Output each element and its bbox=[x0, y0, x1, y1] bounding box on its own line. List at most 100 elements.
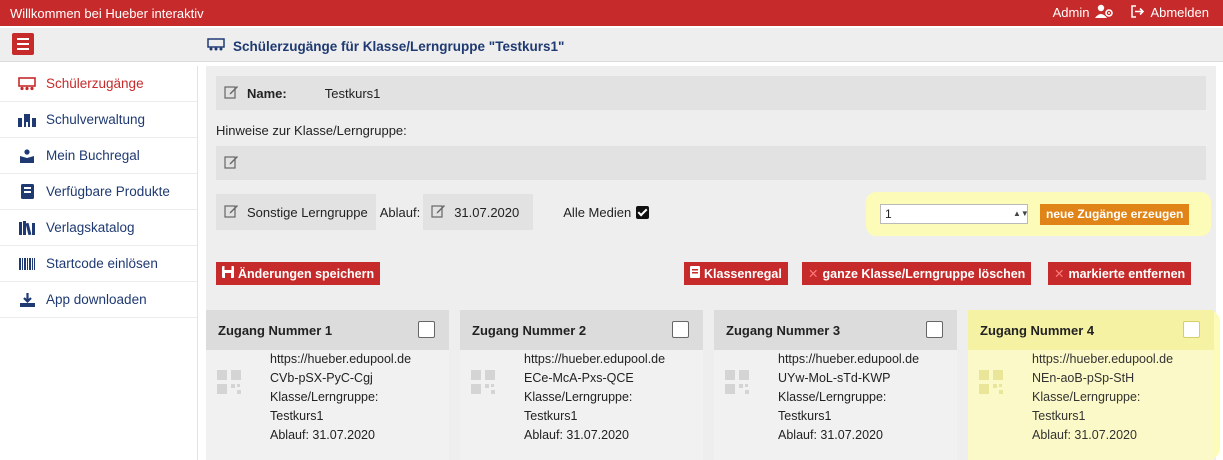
book-icon bbox=[690, 266, 700, 281]
access-card-header: Zugang Nummer 2 bbox=[460, 310, 703, 350]
generate-highlight: 1 ▲▼ neue Zugänge erzeugen bbox=[866, 192, 1211, 236]
all-media-checkbox[interactable] bbox=[636, 205, 650, 219]
admin-menu[interactable]: Admin bbox=[1053, 4, 1114, 21]
access-group: Testkurs1 bbox=[270, 409, 324, 423]
admin-label: Admin bbox=[1052, 5, 1090, 20]
sidebar-item-app-downloaden[interactable]: App downloaden bbox=[0, 282, 197, 318]
access-card-body: https://hueber.edupool.de UYw-MoL-sTd-KW… bbox=[714, 350, 957, 460]
classroom-icon bbox=[18, 76, 36, 91]
access-card-header: Zugang Nummer 3 bbox=[714, 310, 957, 350]
access-count-input[interactable]: 1 ▲▼ bbox=[880, 204, 1029, 224]
section-header: Schülerzugänge für Klasse/Lerngruppe "Te… bbox=[0, 28, 1223, 62]
select-checkbox[interactable] bbox=[418, 321, 435, 338]
access-expiry: Ablauf: 31.07.2020 bbox=[1032, 428, 1137, 442]
sidebar-item-startcode-einloesen[interactable]: Startcode einlösen bbox=[0, 246, 197, 282]
qr-code-icon bbox=[725, 370, 749, 394]
sidebar-item-label: App downloaden bbox=[46, 292, 147, 307]
group-type-field[interactable]: Sonstige Lerngruppe bbox=[216, 194, 376, 230]
access-count-value: 1 bbox=[885, 207, 892, 221]
page-title-text: Schülerzugänge für Klasse/Lerngruppe "Te… bbox=[233, 39, 565, 54]
logout-link[interactable]: Abmelden bbox=[1131, 4, 1209, 21]
hamburger-menu-button[interactable] bbox=[12, 33, 34, 55]
access-card: Zugang Nummer 1 https://hueber.edupool.d… bbox=[206, 310, 449, 460]
settings-row: Sonstige Lerngruppe Ablauf: 31.07.2020 A… bbox=[216, 194, 650, 230]
access-card-header: Zugang Nummer 4 bbox=[968, 310, 1214, 350]
expiry-label: Ablauf: bbox=[379, 204, 421, 220]
access-card-title: Zugang Nummer 2 bbox=[472, 322, 587, 338]
access-group-label: Klasse/Lerngruppe: bbox=[1032, 390, 1141, 404]
qr-code-icon bbox=[979, 370, 1003, 394]
expiry-value: 31.07.2020 bbox=[454, 204, 520, 220]
class-shelf-button[interactable]: Klassenregal bbox=[684, 262, 788, 285]
books-icon bbox=[18, 220, 36, 235]
access-card: Zugang Nummer 4 https://hueber.edupool.d… bbox=[968, 310, 1214, 460]
remove-marked-label: markierte entfernen bbox=[1068, 266, 1186, 281]
access-url: https://hueber.edupool.de bbox=[524, 352, 666, 366]
bookshelf-user-icon bbox=[18, 148, 36, 163]
name-label: Name: bbox=[247, 85, 287, 101]
name-row[interactable]: Name: Testkurs1 bbox=[216, 76, 1206, 110]
expiry-field[interactable]: 31.07.2020 bbox=[423, 194, 534, 230]
sidebar-item-label: Verfügbare Produkte bbox=[46, 184, 170, 199]
save-changes-button[interactable]: Änderungen speichern bbox=[216, 262, 381, 285]
sidebar-item-label: Verlagskatalog bbox=[46, 220, 135, 235]
class-shelf-label: Klassenregal bbox=[704, 266, 782, 281]
access-code: NEn-aoB-pSp-StH bbox=[1032, 371, 1135, 385]
qr-code-icon bbox=[471, 370, 495, 394]
sidebar-item-label: Mein Buchregal bbox=[46, 148, 140, 163]
download-icon bbox=[18, 292, 36, 307]
save-changes-label: Änderungen speichern bbox=[238, 266, 375, 281]
access-expiry: Ablauf: 31.07.2020 bbox=[778, 428, 883, 442]
page-title: Schülerzugänge für Klasse/Lerngruppe "Te… bbox=[207, 38, 564, 55]
sidebar-item-mein-buchregal[interactable]: Mein Buchregal bbox=[0, 138, 197, 174]
remove-marked-button[interactable]: ✕ markierte entfernen bbox=[1048, 262, 1192, 285]
sidebar-item-schulverwaltung[interactable]: Schulverwaltung bbox=[0, 102, 197, 138]
access-card: Zugang Nummer 3 https://hueber.edupool.d… bbox=[714, 310, 957, 460]
access-code: CVb-pSX-PyC-Cgj bbox=[270, 371, 373, 385]
access-expiry: Ablauf: 31.07.2020 bbox=[524, 428, 629, 442]
sign-out-icon bbox=[1131, 4, 1145, 21]
access-card-title: Zugang Nummer 3 bbox=[726, 322, 841, 338]
sidebar-item-schuelerzugaenge[interactable]: Schülerzugänge bbox=[0, 66, 197, 102]
classroom-icon bbox=[207, 38, 225, 55]
select-checkbox[interactable] bbox=[672, 321, 689, 338]
hint-field[interactable] bbox=[216, 146, 1206, 180]
spinner-arrows-icon[interactable]: ▲▼ bbox=[1013, 207, 1029, 221]
access-code: ECe-McA-Pxs-QCE bbox=[524, 371, 634, 385]
app-title: Willkommen bei Hueber interaktiv bbox=[10, 6, 204, 21]
logout-label: Abmelden bbox=[1150, 5, 1209, 20]
close-icon: ✕ bbox=[808, 267, 819, 281]
edit-icon[interactable] bbox=[224, 203, 239, 221]
access-card-body: https://hueber.edupool.de CVb-pSX-PyC-Cg… bbox=[206, 350, 449, 460]
access-url: https://hueber.edupool.de bbox=[270, 352, 412, 366]
all-media-label: Alle Medien bbox=[563, 204, 632, 220]
sidebar-item-label: Schülerzugänge bbox=[46, 76, 144, 91]
access-group: Testkurs1 bbox=[778, 409, 832, 423]
edit-icon[interactable] bbox=[224, 84, 239, 102]
qr-code-icon bbox=[217, 370, 241, 394]
hint-label: Hinweise zur Klasse/Lerngruppe: bbox=[216, 123, 407, 138]
access-card-body: https://hueber.edupool.de NEn-aoB-pSp-St… bbox=[968, 350, 1214, 460]
sidebar-item-label: Startcode einlösen bbox=[46, 256, 158, 271]
save-icon bbox=[222, 266, 234, 281]
access-group-label: Klasse/Lerngruppe: bbox=[778, 390, 887, 404]
sidebar: Schülerzugänge Schulverwaltung Mein Buch… bbox=[0, 66, 198, 460]
select-checkbox[interactable] bbox=[1183, 321, 1200, 338]
sidebar-item-verfuegbare-produkte[interactable]: Verfügbare Produkte bbox=[0, 174, 197, 210]
access-group-label: Klasse/Lerngruppe: bbox=[524, 390, 633, 404]
access-card-title: Zugang Nummer 1 bbox=[218, 322, 333, 338]
edit-icon[interactable] bbox=[224, 154, 239, 172]
edit-icon[interactable] bbox=[431, 203, 446, 221]
select-checkbox[interactable] bbox=[926, 321, 943, 338]
access-expiry: Ablauf: 31.07.2020 bbox=[270, 428, 375, 442]
access-card: Zugang Nummer 2 https://hueber.edupool.d… bbox=[460, 310, 703, 460]
access-url: https://hueber.edupool.de bbox=[778, 352, 920, 366]
generate-accesses-button[interactable]: neue Zugänge erzeugen bbox=[1040, 204, 1190, 225]
sidebar-item-verlagskatalog[interactable]: Verlagskatalog bbox=[0, 210, 197, 246]
name-value: Testkurs1 bbox=[324, 85, 381, 101]
book-icon bbox=[18, 184, 36, 199]
top-bar: Willkommen bei Hueber interaktiv Admin A… bbox=[0, 0, 1223, 26]
access-group: Testkurs1 bbox=[1032, 409, 1086, 423]
all-media-option[interactable]: Alle Medien bbox=[563, 204, 650, 220]
delete-class-button[interactable]: ✕ ganze Klasse/Lerngruppe löschen bbox=[802, 262, 1032, 285]
